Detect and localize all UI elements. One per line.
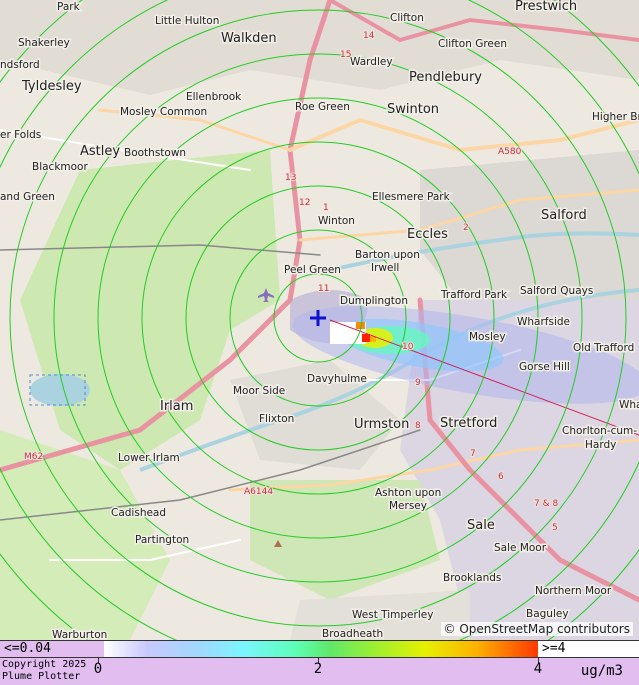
road-number-label: 8 [415, 421, 421, 431]
place-label: Roe Green [295, 101, 350, 113]
place-label: Wardley [350, 56, 393, 68]
place-label: Pendlebury [409, 70, 482, 85]
place-label: Peel Green [284, 264, 341, 276]
place-label: Wharfside [517, 316, 570, 328]
place-label: Park [57, 1, 81, 13]
place-label: Warburton [52, 629, 107, 640]
map-attribution[interactable]: © OpenStreetMap contributors [440, 622, 633, 636]
place-label: Swinton [387, 102, 439, 117]
place-label: Clifton Green [438, 38, 507, 50]
road-number-label: 7 [470, 449, 476, 459]
place-label: Shakerley [18, 37, 70, 49]
copyright-line: Copyright 2025 [2, 659, 87, 670]
app-name: Plume Plotter [2, 671, 81, 682]
place-label: Moor Side [233, 385, 285, 397]
place-label: Tyldesley [21, 79, 82, 94]
map-canvas[interactable]: Walkden Tyldesley Pendlebury Swinton Astley E… [0, 0, 639, 640]
place-label: Dumplington [340, 295, 408, 307]
road-number-label: 6 [498, 472, 504, 482]
road-number-label: 9 [415, 378, 421, 388]
place-label: Sale Moor [494, 542, 547, 554]
road-number-label: 15 [340, 50, 351, 60]
place-label: Mosley Common [120, 106, 207, 118]
place-label: Hardy [585, 439, 616, 451]
place-label: Salford Quays [520, 285, 593, 297]
place-label: Lower Irlam [118, 452, 180, 464]
place-label: Partington [135, 534, 189, 546]
legend-tick-label: 4 [533, 661, 543, 677]
road-number-label: A6144 [244, 487, 273, 497]
place-label: Astley [80, 144, 120, 159]
place-label: Little Hulton [155, 15, 219, 27]
legend-units: ug/m3 [580, 663, 623, 679]
place-label: ndsford [0, 59, 40, 71]
place-label: Mersey [389, 500, 427, 512]
place-label: Ellesmere Park [372, 191, 451, 203]
place-label: Higher Bro [592, 111, 639, 123]
place-label: Winton [318, 215, 355, 227]
place-label: Sale [467, 518, 495, 533]
road-number-label: A580 [498, 147, 522, 157]
place-label: Eccles [407, 227, 448, 242]
place-label: Irwell [371, 262, 399, 274]
place-label: Ellenbrook [186, 91, 242, 103]
place-label: Blackmoor [32, 161, 88, 173]
legend-low-label: <=0.04 [0, 641, 104, 657]
place-label: Broadheath [322, 628, 383, 640]
road-number-label: 13 [285, 173, 296, 183]
legend-high-label: >=4 [538, 641, 639, 657]
place-label: Gorse Hill [519, 361, 570, 373]
copyright-text: Copyright 2025 Plume Plotter [2, 659, 86, 683]
place-label: Flixton [259, 413, 294, 425]
place-label: Mosley [469, 331, 506, 343]
legend-tick-label: 0 [93, 661, 103, 677]
road-number-label: 14 [363, 31, 375, 41]
legend-colorbar: <=0.04 >=4 [0, 641, 639, 658]
place-label: Ashton upon [375, 487, 441, 499]
road-number-label: 12 [299, 198, 310, 208]
road-number-label: 7 & 8 [534, 499, 558, 509]
place-label: Old Trafford [573, 342, 634, 354]
place-label: Cadishead [111, 507, 166, 519]
road-number-label: 1 [323, 203, 329, 213]
place-label: Walkden [221, 31, 277, 46]
road-number-label: 11 [318, 284, 329, 294]
place-label: er Folds [0, 129, 41, 141]
place-label: Chorlton-cum- [562, 425, 637, 437]
place-label: Irlam [160, 399, 193, 414]
place-label: Davyhulme [307, 373, 367, 385]
place-label: Baguley [526, 608, 569, 620]
place-label: Urmston [354, 417, 409, 432]
road-number-label: 5 [552, 523, 558, 533]
legend-gradient [104, 641, 538, 657]
place-label: Clifton [390, 12, 424, 24]
place-label: Boothstown [124, 147, 186, 159]
road-number-label: M62 [24, 452, 43, 462]
concentration-legend: <=0.04 >=4 0 2 4 Copyright 2025 Plume Pl… [0, 640, 639, 685]
place-label: Prestwich [515, 0, 577, 14]
place-label: Stretford [440, 416, 497, 431]
place-label: Salford [541, 208, 587, 223]
place-label: and Green [0, 191, 55, 203]
place-label: Brooklands [443, 572, 501, 584]
place-label: Barton upon [355, 249, 420, 261]
place-label: West Timperley [352, 609, 433, 621]
road-number-label: 10 [402, 342, 414, 352]
place-label: Trafford Park [440, 289, 508, 301]
map-view[interactable]: Walkden Tyldesley Pendlebury Swinton Astley E… [0, 0, 639, 640]
place-label: Wha [619, 399, 639, 411]
place-label: Northern Moor [535, 585, 612, 597]
legend-tick-label: 2 [313, 661, 323, 677]
road-number-label: 2 [463, 223, 469, 233]
